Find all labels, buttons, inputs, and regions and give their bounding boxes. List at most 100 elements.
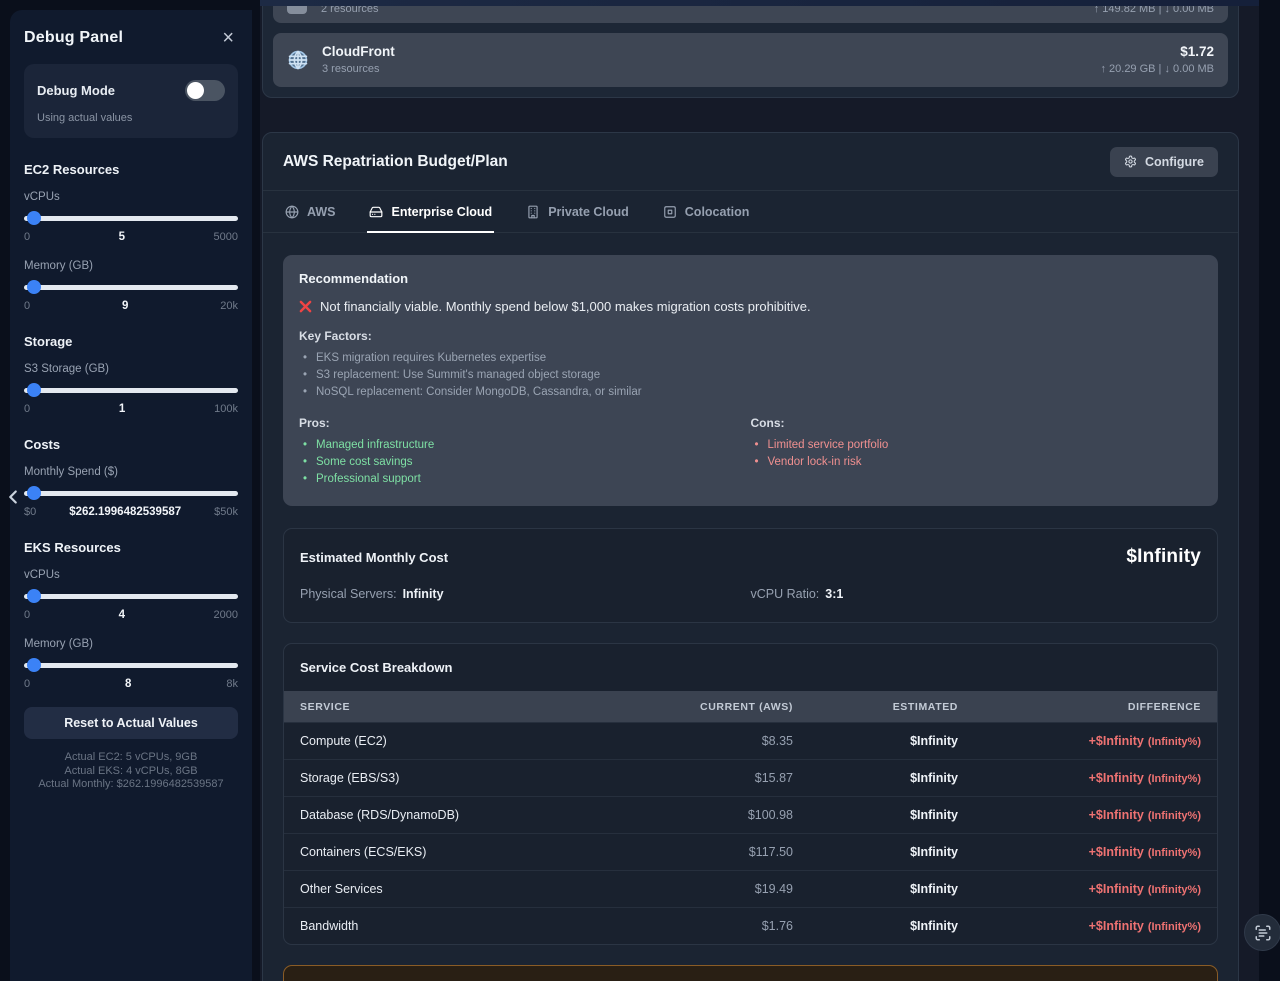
estimate-total: $Infinity: [1126, 546, 1201, 568]
section-heading-costs: Costs: [24, 437, 238, 452]
con-item: Vendor lock-in risk: [751, 454, 1203, 471]
service-cost: $1.72: [1100, 44, 1214, 60]
key-factors-list: EKS migration requires Kubernetes expert…: [299, 350, 1202, 401]
tab-colocation[interactable]: Colocation: [661, 191, 752, 233]
ec2-vcpus-value: 5: [119, 231, 125, 243]
breakdown-heading: Service Cost Breakdown: [284, 644, 1217, 691]
cell-estimated: $Infinity: [793, 808, 958, 822]
monthly-spend-label: Monthly Spend ($): [24, 466, 238, 478]
cell-service: Containers (ECS/EKS): [300, 845, 623, 859]
actual-ec2-text: Actual EC2: 5 vCPUs, 9GB: [24, 751, 238, 765]
eks-memory-slider[interactable]: [24, 658, 238, 672]
tab-aws[interactable]: AWS: [283, 191, 337, 233]
server-icon: [369, 205, 383, 219]
service-row-cloudfront[interactable]: CloudFront 3 resources $1.72 ↑ 20.29 GB …: [273, 33, 1228, 87]
cell-service: Other Services: [300, 882, 623, 896]
tab-label: Private Cloud: [548, 205, 629, 219]
cell-current: $19.49: [623, 882, 793, 896]
table-row: Storage (EBS/S3) $15.87 $Infinity +$Infi…: [284, 759, 1217, 796]
provider-tabs: AWS Enterprise Cloud Private Cloud Coloc…: [263, 191, 1238, 233]
reset-to-actual-values-button[interactable]: Reset to Actual Values: [24, 707, 238, 739]
s3-storage-max: 100k: [214, 403, 238, 415]
tab-private-cloud[interactable]: Private Cloud: [524, 191, 631, 233]
estimate-heading: Estimated Monthly Cost: [300, 550, 448, 565]
ec2-memory-slider[interactable]: [24, 280, 238, 294]
ec2-vcpus-max: 5000: [214, 231, 238, 243]
monthly-spend-min: $0: [24, 506, 36, 518]
column-header-current: CURRENT (AWS): [623, 701, 793, 713]
cons-label: Cons:: [751, 416, 1203, 430]
close-icon[interactable]: ×: [218, 28, 238, 48]
pros-label: Pros:: [299, 416, 751, 430]
cell-current: $15.87: [623, 771, 793, 785]
ec2-memory-min: 0: [24, 300, 30, 312]
s3-storage-value: 1: [119, 403, 125, 415]
building-icon: [526, 205, 540, 219]
slider-thumb[interactable]: [27, 658, 41, 672]
tab-enterprise-cloud[interactable]: Enterprise Cloud: [367, 191, 494, 233]
configure-button[interactable]: Configure: [1110, 147, 1218, 177]
eks-vcpus-value: 4: [119, 609, 125, 621]
ec2-vcpus-min: 0: [24, 231, 30, 243]
cell-difference: +$Infinity(Infinity%): [958, 882, 1201, 896]
slider-thumb[interactable]: [27, 280, 41, 294]
service-name: CloudFront: [322, 44, 395, 60]
column-header-difference: DIFFERENCE: [958, 701, 1201, 713]
top-edge-strip: [260, 0, 1259, 6]
debug-panel-title: Debug Panel: [24, 29, 123, 47]
key-factor-item: EKS migration requires Kubernetes expert…: [299, 350, 1202, 367]
cell-service: Compute (EC2): [300, 734, 623, 748]
key-factor-item: S3 replacement: Use Summit's managed obj…: [299, 367, 1202, 384]
main-content: 2 resources ↑ 149.82 MB | ↓ 0.00 MB Clou…: [260, 0, 1259, 981]
section-heading-storage: Storage: [24, 334, 238, 349]
key-factors-label: Key Factors:: [299, 329, 1202, 343]
collapse-panel-chevron-left-icon[interactable]: [2, 486, 24, 513]
recommendation-heading: Recommendation: [299, 271, 1202, 286]
service-traffic-stats: ↑ 20.29 GB | ↓ 0.00 MB: [1100, 62, 1214, 76]
con-item: Limited service portfolio: [751, 437, 1203, 454]
estimated-monthly-cost-card: Estimated Monthly Cost $Infinity Physica…: [283, 528, 1218, 623]
cell-current: $8.35: [623, 734, 793, 748]
scan-fab-button[interactable]: [1244, 914, 1280, 951]
ec2-memory-label: Memory (GB): [24, 260, 238, 272]
debug-panel: Debug Panel × Debug Mode Using actual va…: [10, 10, 252, 981]
eks-vcpus-max: 2000: [214, 609, 238, 621]
red-x-icon: [299, 300, 312, 313]
cons-list: Limited service portfolio Vendor lock-in…: [751, 437, 1203, 471]
debug-mode-toggle[interactable]: [185, 80, 225, 101]
service-subtitle: 3 resources: [322, 62, 395, 76]
cell-estimated: $Infinity: [793, 882, 958, 896]
eks-vcpus-min: 0: [24, 609, 30, 621]
debug-mode-card: Debug Mode Using actual values: [24, 64, 238, 138]
slider-thumb[interactable]: [27, 486, 41, 500]
s3-storage-slider[interactable]: [24, 383, 238, 397]
slider-thumb[interactable]: [27, 211, 41, 225]
table-row: Bandwidth $1.76 $Infinity +$Infinity(Inf…: [284, 907, 1217, 944]
cell-difference: +$Infinity(Infinity%): [958, 808, 1201, 822]
monthly-spend-value: $262.1996482539587: [69, 506, 181, 518]
s3-storage-min: 0: [24, 403, 30, 415]
table-row: Compute (EC2) $8.35 $Infinity +$Infinity…: [284, 722, 1217, 759]
table-row: Containers (ECS/EKS) $117.50 $Infinity +…: [284, 833, 1217, 870]
budget-title: AWS Repatriation Budget/Plan: [283, 153, 508, 171]
ec2-vcpus-slider[interactable]: [24, 211, 238, 225]
budget-plan-card: AWS Repatriation Budget/Plan Configure A…: [262, 132, 1239, 981]
recommendation-card: Recommendation Not financially viable. M…: [283, 255, 1218, 506]
column-header-service: SERVICE: [300, 701, 623, 713]
pros-column: Pros: Managed infrastructure Some cost s…: [299, 416, 751, 488]
physical-servers-value: Infinity: [403, 587, 444, 601]
section-heading-eks: EKS Resources: [24, 540, 238, 555]
monthly-spend-slider[interactable]: [24, 486, 238, 500]
important-considerations-card: Important Considerations Additional cost…: [283, 965, 1218, 981]
app-root: Debug Panel × Debug Mode Using actual va…: [0, 0, 1280, 981]
services-card: 2 resources ↑ 149.82 MB | ↓ 0.00 MB Clou…: [262, 0, 1239, 98]
cell-difference: +$Infinity(Infinity%): [958, 919, 1201, 933]
eks-vcpus-label: vCPUs: [24, 569, 238, 581]
eks-vcpus-slider[interactable]: [24, 589, 238, 603]
physical-servers-label: Physical Servers:: [300, 587, 397, 601]
cons-column: Cons: Limited service portfolio Vendor l…: [751, 416, 1203, 488]
slider-thumb[interactable]: [27, 383, 41, 397]
slider-thumb[interactable]: [27, 589, 41, 603]
actual-eks-text: Actual EKS: 4 vCPUs, 8GB: [24, 765, 238, 779]
s3-storage-label: S3 Storage (GB): [24, 363, 238, 375]
